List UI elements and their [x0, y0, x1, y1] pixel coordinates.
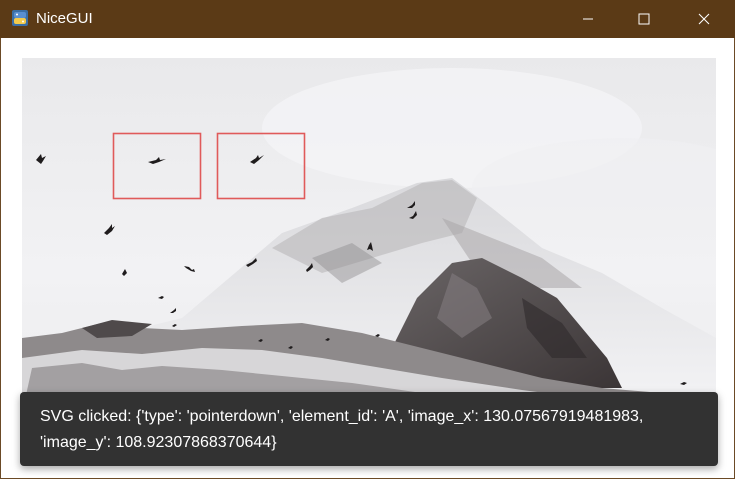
window-content: SVG clicked: {'type': 'pointerdown', 'el…: [0, 38, 735, 479]
mountain-photo[interactable]: [22, 58, 716, 413]
maximize-icon: [638, 13, 650, 25]
python-icon: [11, 9, 29, 27]
close-button[interactable]: [681, 0, 727, 38]
notification-message: SVG clicked: {'type': 'pointerdown', 'el…: [40, 408, 644, 451]
minimize-button[interactable]: [565, 0, 611, 38]
notification-toast: SVG clicked: {'type': 'pointerdown', 'el…: [20, 392, 718, 466]
close-icon: [698, 13, 710, 25]
window-title: NiceGUI: [36, 10, 93, 27]
title-bar: NiceGUI: [0, 0, 735, 38]
maximize-button[interactable]: [621, 0, 667, 38]
interactive-image[interactable]: [22, 58, 716, 413]
minimize-icon: [583, 18, 593, 20]
